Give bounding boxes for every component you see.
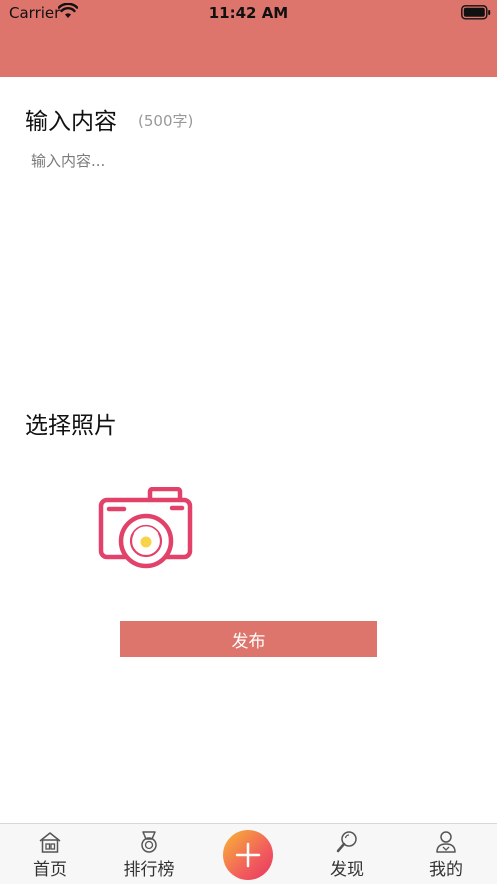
compose-title: 输入内容: [25, 109, 117, 135]
add-post-button[interactable]: [223, 830, 273, 880]
content-input[interactable]: [25, 144, 475, 374]
tab-mine[interactable]: 我的: [406, 824, 486, 884]
tab-home-label: 首页: [33, 860, 67, 880]
select-photo-title: 选择照片: [25, 413, 117, 439]
tab-bar: 首页 排行榜 发现 我的: [0, 823, 497, 884]
status-time: 11:42 AM: [208, 4, 289, 22]
tab-home[interactable]: 首页: [10, 824, 90, 884]
search-icon: [336, 831, 357, 853]
battery-icon: [461, 5, 491, 24]
camera-icon: [98, 486, 193, 569]
plus-icon: [235, 842, 261, 868]
tab-discover-label: 发现: [330, 860, 364, 880]
tab-ranking-label: 排行榜: [123, 860, 175, 880]
home-icon: [39, 832, 61, 853]
status-bar: Carrier 11:42 AM: [0, 0, 497, 26]
tab-discover[interactable]: 发现: [306, 824, 388, 884]
medal-icon: [141, 831, 157, 853]
tab-mine-label: 我的: [429, 860, 463, 880]
user-icon: [436, 831, 456, 853]
add-photo-button[interactable]: [98, 486, 194, 571]
publish-button[interactable]: 发布: [120, 621, 377, 657]
character-limit: (500字): [138, 112, 194, 130]
tab-ranking[interactable]: 排行榜: [108, 824, 190, 884]
